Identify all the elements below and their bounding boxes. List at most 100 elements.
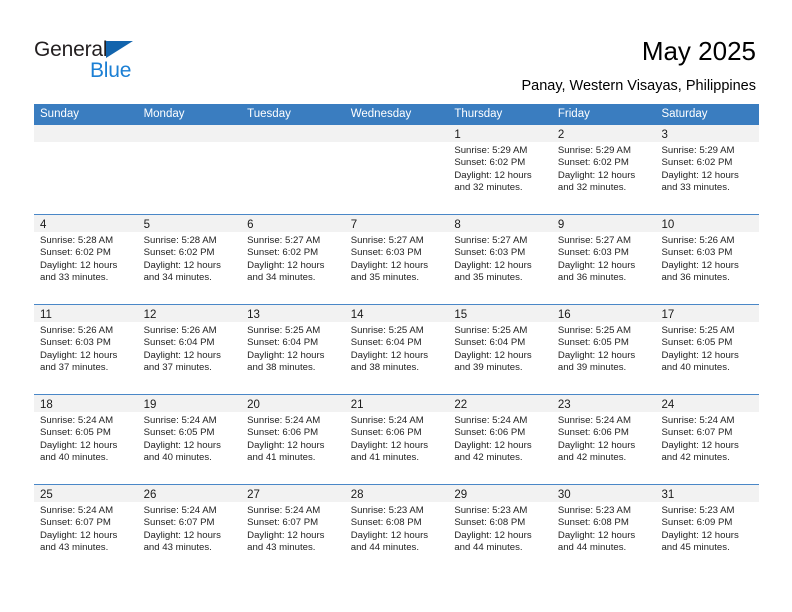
day-number: 4	[40, 219, 47, 231]
day-cell[interactable]: 7 Sunrise: 5:27 AM Sunset: 6:03 PM Daylight…	[344, 215, 449, 304]
day-details: Sunrise: 5:24 AM Sunset: 6:05 PM Daylight:…	[34, 412, 138, 484]
daylight-text-line1: Daylight: 12 hours	[557, 439, 636, 451]
day-details: Sunrise: 5:24 AM Sunset: 6:06 PM Daylight:…	[448, 412, 552, 484]
day-details: Sunrise: 5:25 AM Sunset: 6:04 PM Daylight:…	[241, 322, 345, 394]
day-cell[interactable]: 4 Sunrise: 5:28 AM Sunset: 6:02 PM Daylight…	[34, 215, 138, 304]
day-number-band: 12	[137, 305, 242, 322]
day-details	[137, 142, 242, 214]
day-cell[interactable]: 28 Sunrise: 5:23 AM Sunset: 6:08 PM Dayligh…	[344, 485, 449, 574]
sunset-text: Sunset: 6:05 PM	[661, 337, 733, 349]
sunrise-text: Sunrise: 5:24 AM	[247, 415, 321, 426]
day-number: 13	[247, 309, 260, 321]
daylight-text-line2: and 37 minutes.	[40, 362, 109, 374]
day-number-band	[34, 125, 138, 142]
day-cell[interactable]: 3 Sunrise: 5:29 AM Sunset: 6:02 PM Daylight…	[655, 125, 760, 214]
daylight-text-line1: Daylight: 12 hours	[247, 529, 325, 541]
daylight-text-line1: Daylight: 12 hours	[557, 349, 636, 361]
daylight-text-line2: and 33 minutes.	[661, 182, 730, 194]
day-cell[interactable]: 13 Sunrise: 5:25 AM Sunset: 6:04 PM Dayligh…	[241, 305, 345, 394]
day-cell[interactable]: 20 Sunrise: 5:24 AM Sunset: 6:06 PM Dayligh…	[241, 395, 345, 484]
day-cell-empty	[344, 125, 449, 214]
day-cell[interactable]: 31 Sunrise: 5:23 AM Sunset: 6:09 PM Dayligh…	[655, 485, 760, 574]
day-details: Sunrise: 5:27 AM Sunset: 6:03 PM Daylight:…	[344, 232, 449, 304]
day-details: Sunrise: 5:23 AM Sunset: 6:08 PM Daylight:…	[344, 502, 449, 574]
day-number: 16	[557, 309, 571, 321]
day-cell[interactable]: 16 Sunrise: 5:25 AM Sunset: 6:05 PM Dayligh…	[551, 305, 656, 394]
day-number: 12	[143, 309, 157, 321]
day-cell[interactable]: 6 Sunrise: 5:27 AM Sunset: 6:02 PM Daylight…	[241, 215, 345, 304]
sunrise-text: Sunrise: 5:26 AM	[40, 325, 114, 336]
day-cell[interactable]: 23 Sunrise: 5:24 AM Sunset: 6:06 PM Dayligh…	[551, 395, 656, 484]
day-cell[interactable]: 21 Sunrise: 5:24 AM Sunset: 6:06 PM Dayligh…	[344, 395, 449, 484]
sunset-text: Sunset: 6:03 PM	[454, 247, 526, 259]
generalblue-logo[interactable]: General Blue	[34, 38, 194, 84]
daylight-text-line1: Daylight: 12 hours	[557, 529, 636, 541]
day-cell[interactable]: 26 Sunrise: 5:24 AM Sunset: 6:07 PM Dayligh…	[137, 485, 242, 574]
daylight-text-line2: and 44 minutes.	[557, 542, 627, 554]
day-number-band: 8	[448, 215, 552, 232]
day-cell[interactable]: 30 Sunrise: 5:23 AM Sunset: 6:08 PM Dayligh…	[551, 485, 656, 574]
sunset-text: Sunset: 6:02 PM	[40, 247, 111, 259]
daylight-text-line1: Daylight: 12 hours	[247, 349, 325, 361]
day-cell[interactable]: 17 Sunrise: 5:25 AM Sunset: 6:05 PM Dayligh…	[655, 305, 760, 394]
daylight-text-line2: and 36 minutes.	[661, 272, 730, 284]
daylight-text-line2: and 36 minutes.	[557, 272, 627, 284]
day-cell[interactable]: 11 Sunrise: 5:26 AM Sunset: 6:03 PM Dayligh…	[34, 305, 138, 394]
day-number-band: 9	[551, 215, 656, 232]
daylight-text-line2: and 38 minutes.	[247, 362, 316, 374]
day-number: 3	[661, 129, 668, 141]
day-cell[interactable]: 5 Sunrise: 5:28 AM Sunset: 6:02 PM Daylight…	[137, 215, 242, 304]
day-cell[interactable]: 2 Sunrise: 5:29 AM Sunset: 6:02 PM Daylight…	[551, 125, 656, 214]
day-cell[interactable]: 25 Sunrise: 5:24 AM Sunset: 6:07 PM Dayligh…	[34, 485, 138, 574]
day-cell[interactable]: 18 Sunrise: 5:24 AM Sunset: 6:05 PM Dayligh…	[34, 395, 138, 484]
daylight-text-line2: and 40 minutes.	[40, 452, 109, 464]
day-details: Sunrise: 5:24 AM Sunset: 6:06 PM Daylight:…	[551, 412, 656, 484]
day-details: Sunrise: 5:25 AM Sunset: 6:04 PM Daylight:…	[344, 322, 449, 394]
day-number-band: 23	[551, 395, 656, 412]
sunrise-text: Sunrise: 5:27 AM	[454, 235, 528, 246]
sunset-text: Sunset: 6:03 PM	[661, 247, 733, 259]
daylight-text-line2: and 40 minutes.	[661, 362, 730, 374]
daylight-text-line1: Daylight: 12 hours	[661, 169, 739, 181]
day-details: Sunrise: 5:28 AM Sunset: 6:02 PM Daylight:…	[34, 232, 138, 304]
daylight-text-line1: Daylight: 12 hours	[247, 259, 325, 271]
day-cell[interactable]: 22 Sunrise: 5:24 AM Sunset: 6:06 PM Dayligh…	[448, 395, 552, 484]
day-cell[interactable]: 12 Sunrise: 5:26 AM Sunset: 6:04 PM Dayligh…	[137, 305, 242, 394]
day-number: 2	[557, 129, 565, 141]
day-number: 14	[350, 309, 364, 321]
sunset-text: Sunset: 6:03 PM	[350, 247, 422, 259]
sunset-text: Sunset: 6:07 PM	[143, 517, 215, 529]
day-cell[interactable]: 14 Sunrise: 5:25 AM Sunset: 6:04 PM Dayligh…	[344, 305, 449, 394]
weekday-header-tuesday: Tuesday	[247, 108, 291, 120]
day-cell[interactable]: 9 Sunrise: 5:27 AM Sunset: 6:03 PM Daylight…	[551, 215, 656, 304]
day-cell[interactable]: 29 Sunrise: 5:23 AM Sunset: 6:08 PM Dayligh…	[448, 485, 552, 574]
day-cell[interactable]: 24 Sunrise: 5:24 AM Sunset: 6:07 PM Dayligh…	[655, 395, 760, 484]
daylight-text-line1: Daylight: 12 hours	[40, 529, 118, 541]
day-number: 22	[454, 399, 468, 411]
sunset-text: Sunset: 6:02 PM	[454, 157, 526, 169]
sunrise-text: Sunrise: 5:23 AM	[557, 505, 631, 516]
day-details: Sunrise: 5:25 AM Sunset: 6:05 PM Daylight:…	[551, 322, 656, 394]
sunrise-text: Sunrise: 5:25 AM	[350, 325, 424, 336]
daylight-text-line1: Daylight: 12 hours	[454, 169, 532, 181]
calendar-week-row: 11 Sunrise: 5:26 AM Sunset: 6:03 PM Dayligh…	[34, 304, 760, 394]
day-number: 10	[661, 219, 675, 231]
daylight-text-line1: Daylight: 12 hours	[661, 529, 739, 541]
daylight-text-line1: Daylight: 12 hours	[454, 529, 532, 541]
sunset-text: Sunset: 6:06 PM	[247, 427, 319, 439]
daylight-text-line2: and 42 minutes.	[557, 452, 627, 464]
day-cell[interactable]: 15 Sunrise: 5:25 AM Sunset: 6:04 PM Dayligh…	[448, 305, 552, 394]
day-cell[interactable]: 1 Sunrise: 5:29 AM Sunset: 6:02 PM Daylight…	[448, 125, 552, 214]
day-cell[interactable]: 19 Sunrise: 5:24 AM Sunset: 6:05 PM Dayligh…	[137, 395, 242, 484]
sunrise-text: Sunrise: 5:26 AM	[661, 235, 735, 246]
calendar-weeks: 1 Sunrise: 5:29 AM Sunset: 6:02 PM Daylight…	[34, 125, 760, 574]
day-details	[241, 142, 345, 214]
day-number: 1	[454, 129, 461, 141]
sunrise-text: Sunrise: 5:24 AM	[454, 415, 528, 426]
day-details: Sunrise: 5:23 AM Sunset: 6:09 PM Daylight:…	[655, 502, 760, 574]
day-cell[interactable]: 10 Sunrise: 5:26 AM Sunset: 6:03 PM Dayligh…	[655, 215, 760, 304]
day-cell[interactable]: 8 Sunrise: 5:27 AM Sunset: 6:03 PM Daylight…	[448, 215, 552, 304]
day-cell[interactable]: 27 Sunrise: 5:24 AM Sunset: 6:07 PM Dayligh…	[241, 485, 345, 574]
sunrise-text: Sunrise: 5:25 AM	[247, 325, 321, 336]
daylight-text-line2: and 33 minutes.	[40, 272, 109, 284]
